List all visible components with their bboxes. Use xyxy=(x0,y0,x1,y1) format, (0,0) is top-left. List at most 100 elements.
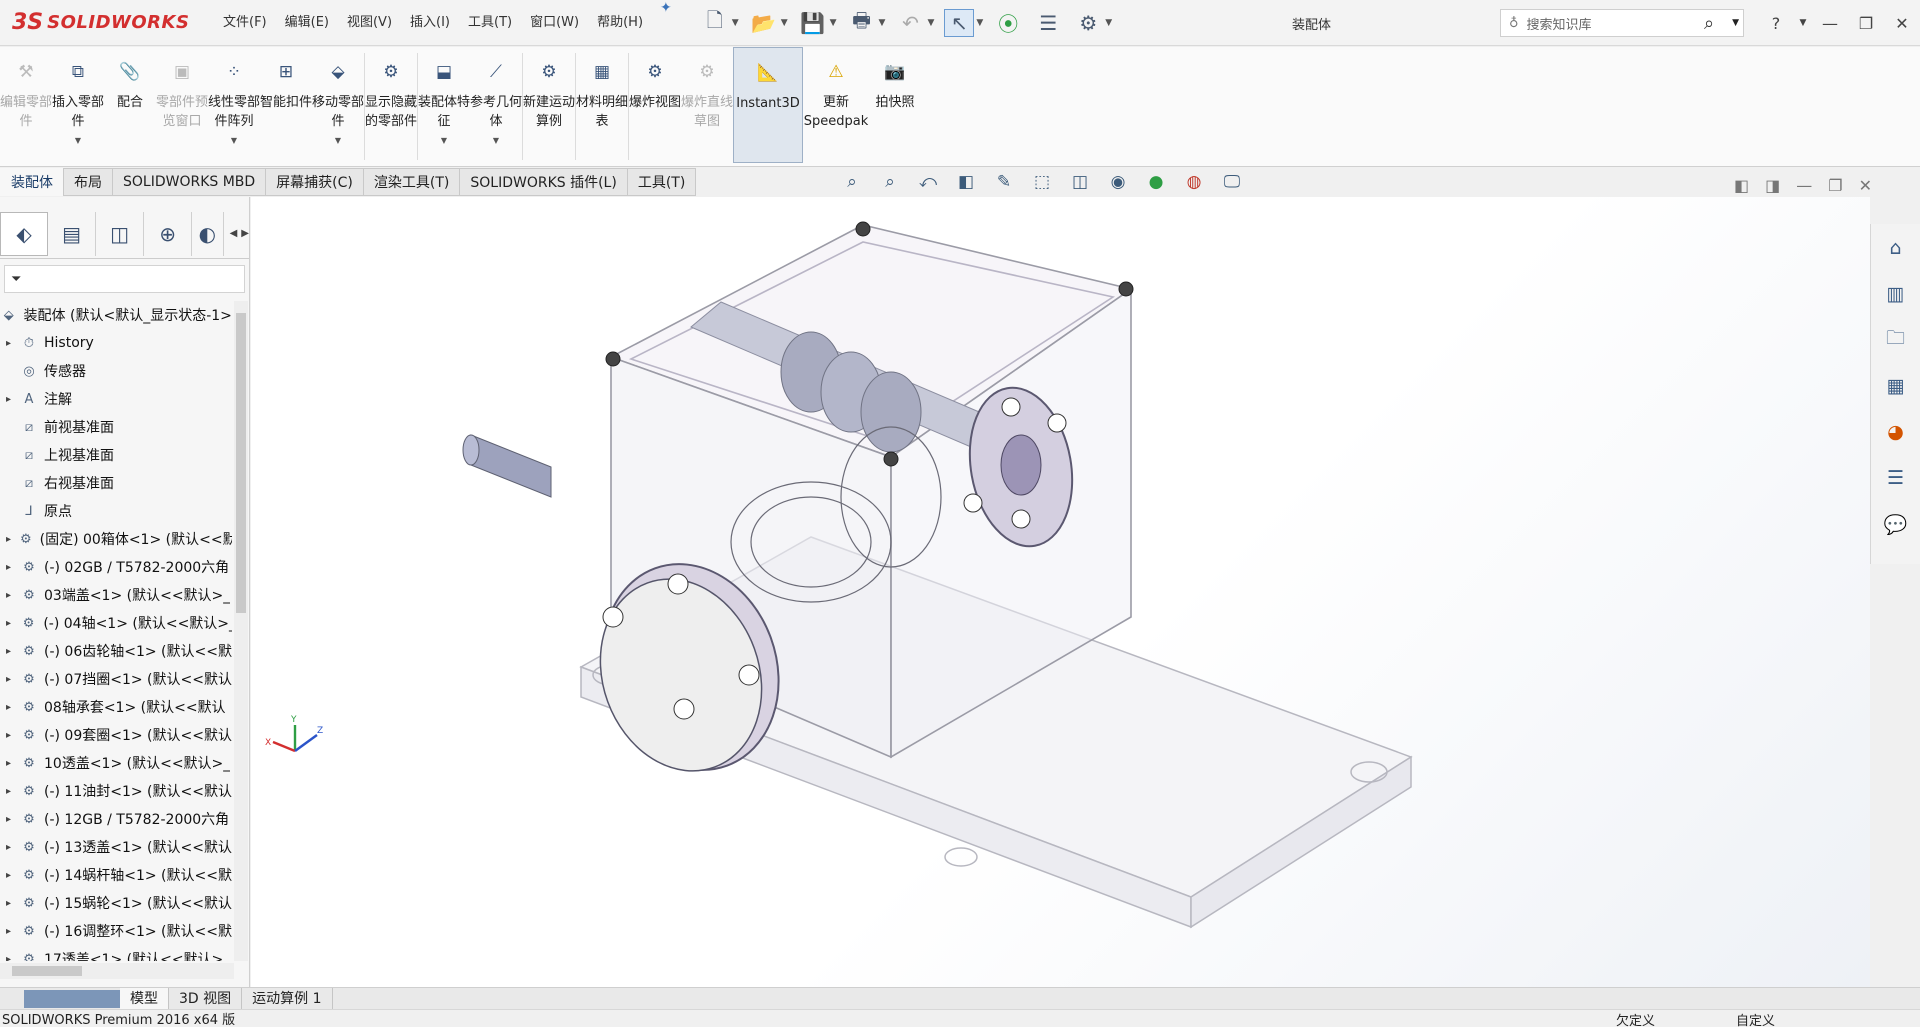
expand-arrow-icon[interactable]: ▸ xyxy=(6,898,20,909)
tab-tools[interactable]: 工具(T) xyxy=(626,168,697,196)
tree-item[interactable]: ⧄ 上视基准面 xyxy=(0,441,232,469)
tab-3d-views[interactable]: 3D 视图 xyxy=(169,987,243,1010)
chevron-down-icon[interactable]: ▼ xyxy=(1105,18,1112,28)
tree-horizontal-scrollbar[interactable] xyxy=(0,963,234,979)
expand-arrow-icon[interactable]: ▸ xyxy=(6,534,18,545)
help-icon[interactable]: ? xyxy=(1758,14,1794,33)
insert-component-button[interactable]: ⧉ 插入零部件 ▼ xyxy=(52,47,104,163)
expand-arrow-icon[interactable]: ▸ xyxy=(6,618,20,629)
chevron-down-icon[interactable]: ▼ xyxy=(927,18,934,28)
search-input[interactable]: 搜索知识库 xyxy=(1527,14,1687,33)
tab-navigation-arrows[interactable] xyxy=(24,989,120,1008)
tree-item[interactable]: ▸ ⚙ (-) 16调整环<1> (默认<<默 xyxy=(0,917,232,945)
bom-button[interactable]: ▦ 材料明细表 xyxy=(576,47,628,163)
tree-item[interactable]: ⅃ 原点 xyxy=(0,497,232,525)
tree-item[interactable]: ▸ ⚙ (-) 09套圈<1> (默认<<默认 xyxy=(0,721,232,749)
tree-item[interactable]: ⧄ 右视基准面 xyxy=(0,469,232,497)
tree-item[interactable]: ▸ ⚙ (-) 07挡圈<1> (默认<<默认 xyxy=(0,665,232,693)
dynamic-annotation-icon[interactable]: ✎ xyxy=(992,172,1016,192)
expand-arrow-icon[interactable]: ▸ xyxy=(6,786,20,797)
graphics-area[interactable]: Y X Z xyxy=(251,197,1870,987)
filter-box[interactable]: ⏷ xyxy=(4,265,245,293)
instant3d-button[interactable]: 📐 Instant3D xyxy=(733,47,803,163)
move-component-button[interactable]: ⬙ 移动零部件 ▼ xyxy=(312,47,364,163)
expand-arrow-icon[interactable]: ▸ xyxy=(6,926,20,937)
expand-arrow-icon[interactable]: ▸ xyxy=(6,646,20,657)
forum-icon[interactable]: 💬 xyxy=(1880,508,1912,540)
edit-component-button[interactable]: ⚒ 编辑零部件 xyxy=(0,47,52,163)
tab-screen-capture[interactable]: 屏幕捕获(C) xyxy=(265,168,364,196)
menu-window[interactable]: 窗口(W) xyxy=(521,0,588,46)
filter-icon[interactable]: ⏷ xyxy=(11,272,21,287)
close-icon[interactable]: ✕ xyxy=(1859,176,1872,195)
chevron-down-icon[interactable]: ▼ xyxy=(781,18,788,28)
appearances-icon[interactable]: ◕ xyxy=(1880,416,1912,448)
smart-fastener-button[interactable]: ⊞ 智能扣件 xyxy=(260,47,312,163)
rebuild-traffic-light-icon[interactable]: ⦿ xyxy=(993,9,1023,37)
chevron-down-icon[interactable]: ▼ xyxy=(1732,18,1743,28)
expand-arrow-icon[interactable]: ▸ xyxy=(6,842,20,853)
apply-scene-icon[interactable]: ◍ xyxy=(1182,172,1206,192)
menu-file[interactable]: 文件(F) xyxy=(214,0,276,46)
expand-arrow-icon[interactable]: ▸ xyxy=(6,730,20,741)
tree-item[interactable]: ▸ ⚙ (-) 04轴<1> (默认<<默认>_ xyxy=(0,609,232,637)
tab-addins[interactable]: SOLIDWORKS 插件(L) xyxy=(459,168,628,196)
select-cursor-icon[interactable]: ↖ xyxy=(944,8,975,37)
solidworks-logo[interactable]: 3S SOLIDWORKS xyxy=(0,0,200,46)
new-motion-study-button[interactable]: ⚙ 新建运动算例 xyxy=(523,47,575,163)
tree-item[interactable]: ▸ ⚙ (-) 15蜗轮<1> (默认<<默认 xyxy=(0,889,232,917)
linear-pattern-button[interactable]: ⁘ 线性零部件阵列 ▼ xyxy=(208,47,260,163)
display-manager-tab-icon[interactable]: ◐ xyxy=(192,211,224,256)
scroll-right-icon[interactable]: ▶ xyxy=(241,228,249,239)
options-gear-icon[interactable]: ⚙ xyxy=(1073,9,1103,37)
expand-arrow-icon[interactable]: ▸ xyxy=(6,702,20,713)
expand-arrow-icon[interactable]: ▸ xyxy=(6,814,20,825)
chevron-down-icon[interactable]: ▼ xyxy=(231,131,237,150)
tab-motion-study[interactable]: 运动算例 1 xyxy=(242,987,333,1010)
tree-item[interactable]: ▸ ⚙ (-) 13透盖<1> (默认<<默认 xyxy=(0,833,232,861)
tab-assembly[interactable]: 装配体 xyxy=(0,168,64,196)
tab-layout[interactable]: 布局 xyxy=(63,168,113,196)
tree-item[interactable]: ▸⚙ (固定) 00箱体<1> (默认<<默认> xyxy=(0,525,232,553)
tab-mbd[interactable]: SOLIDWORKS MBD xyxy=(112,168,267,196)
file-properties-icon[interactable]: ☰ xyxy=(1033,9,1063,37)
tree-item[interactable]: ▸ ⚙ 10透盖<1> (默认<<默认>_ xyxy=(0,749,232,777)
chevron-down-icon[interactable]: ▼ xyxy=(75,131,81,150)
tree-item[interactable]: ▸ ⏱ History xyxy=(0,329,232,357)
menu-insert[interactable]: 插入(I) xyxy=(401,0,459,46)
expand-arrow-icon[interactable]: ▸ xyxy=(6,870,20,881)
split-right-icon[interactable]: ◨ xyxy=(1765,176,1780,195)
search-icon[interactable]: ⌕ xyxy=(1694,13,1724,34)
menu-view[interactable]: 视图(V) xyxy=(338,0,401,46)
tree-item[interactable]: ▸ A 注解 xyxy=(0,385,232,413)
restore-icon[interactable]: ❐ xyxy=(1848,14,1884,33)
feature-manager-tab-icon[interactable]: ⬖ xyxy=(0,211,49,256)
display-style-icon[interactable]: ◫ xyxy=(1068,172,1092,192)
menu-tools[interactable]: 工具(T) xyxy=(459,0,521,46)
custom-properties-icon[interactable]: ☰ xyxy=(1880,462,1912,494)
expand-arrow-icon[interactable]: ▸ xyxy=(6,338,20,349)
edit-appearance-icon[interactable]: ● xyxy=(1144,172,1168,192)
expand-arrow-icon[interactable]: ▸ xyxy=(6,954,20,962)
open-folder-icon[interactable]: 📂 xyxy=(749,9,779,37)
tree-vertical-scrollbar[interactable] xyxy=(234,301,248,961)
view-palette-icon[interactable]: ▦ xyxy=(1880,370,1912,402)
search-box[interactable]: ♁ 搜索知识库 ⌕ ▼ xyxy=(1500,9,1744,37)
minimize-icon[interactable]: — xyxy=(1812,14,1848,33)
pin-icon[interactable]: ✦ xyxy=(660,0,672,46)
design-library-icon[interactable]: ▥ xyxy=(1880,278,1912,310)
save-icon[interactable]: 💾 xyxy=(798,9,828,37)
tree-item[interactable]: ▸ ⚙ (-) 02GB / T5782-2000六角 xyxy=(0,553,232,581)
scroll-thumb[interactable] xyxy=(236,313,246,613)
dimxpert-tab-icon[interactable]: ⊕ xyxy=(144,211,193,256)
new-document-icon[interactable]: 🗋 xyxy=(700,8,730,37)
print-icon[interactable]: 🖶 xyxy=(847,8,877,37)
property-manager-tab-icon[interactable]: ▤ xyxy=(48,211,97,256)
reference-geometry-button[interactable]: ⟋ 参考几何体 ▼ xyxy=(470,47,522,163)
zoom-to-area-icon[interactable]: ⌕ xyxy=(878,172,902,192)
view-settings-icon[interactable]: 🖵 xyxy=(1220,172,1244,192)
menu-help[interactable]: 帮助(H) xyxy=(588,0,652,46)
tab-render-tools[interactable]: 渲染工具(T) xyxy=(362,168,461,196)
expand-arrow-icon[interactable]: ▸ xyxy=(6,394,20,405)
tree-item[interactable]: ▸ ⚙ 03端盖<1> (默认<<默认>_ xyxy=(0,581,232,609)
